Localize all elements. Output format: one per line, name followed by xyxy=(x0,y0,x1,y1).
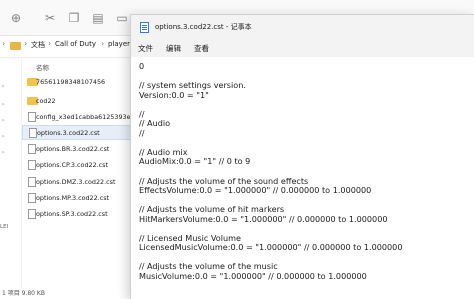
editor-line: // xyxy=(139,127,145,138)
chevron-right-icon: › xyxy=(2,39,6,48)
menu-file[interactable]: 文件 xyxy=(138,43,153,54)
list-item[interactable]: options.SP.3.cod22.cst xyxy=(22,206,132,221)
file-icon xyxy=(28,192,36,203)
window-title: options.3.cod22.cst - 记事本 xyxy=(155,23,252,31)
column-header-label: 名称 xyxy=(36,64,49,72)
status-bar: 1 项目 9.80 KB xyxy=(2,290,45,297)
list-item[interactable]: config_x3ed1cabba6125393e.cfg xyxy=(22,109,142,124)
editor-line: Version:0.0 = "1" xyxy=(139,89,209,100)
copy-icon[interactable]: ❐ xyxy=(66,10,82,26)
navigation-pane: ᵖ ᵖ ᵖ ᵖ ᵖ xyxy=(0,58,22,288)
file-name: cod22 xyxy=(36,96,56,105)
list-item[interactable]: options.MP.3.cod22.cst xyxy=(22,190,132,205)
list-item[interactable]: options.BR.3.cod22.cst xyxy=(22,141,132,156)
file-name: config_x3ed1cabba6125393e.cfg xyxy=(36,112,143,121)
cut-icon[interactable]: ✂ xyxy=(42,10,58,26)
list-item[interactable]: 76561198348107456 xyxy=(22,74,132,89)
editor-line: LicensedMusicVolume:0.0 = "1.000000" // … xyxy=(139,242,403,253)
editor-line: AudioMix:0.0 = "1" // 0 to 9 xyxy=(139,156,251,167)
pin-icon: ᵖ xyxy=(2,118,5,125)
menu-view[interactable]: 查看 xyxy=(194,43,209,54)
paste-icon[interactable]: ▤ xyxy=(90,10,106,26)
file-name: options.CP.3.cod22.cst xyxy=(36,160,109,169)
editor-line: HitMarkersVolume:0.0 = "1.000000" // 0.0… xyxy=(139,213,388,224)
file-name: options.SP.3.cod22.cst xyxy=(36,209,108,218)
nav-edge-label: LEI xyxy=(0,224,9,230)
list-item[interactable]: cod22 xyxy=(22,93,132,108)
list-item[interactable]: options.CP.3.cod22.cst xyxy=(22,157,132,172)
pin-icon: ᵖ xyxy=(2,84,5,91)
file-icon xyxy=(28,111,36,122)
file-name: options.DMZ.3.cod22.cst xyxy=(36,177,116,186)
list-item[interactable]: options.DMZ.3.cod22.cst xyxy=(22,174,132,189)
editor-line: // xyxy=(139,108,145,119)
list-item-selected[interactable]: options.3.cod22.cst xyxy=(22,125,132,140)
file-icon xyxy=(28,208,36,219)
chevron-right-icon: › xyxy=(48,39,52,48)
file-icon xyxy=(28,159,36,170)
file-icon xyxy=(28,176,36,187)
editor-line: EffectsVolume:0.0 = "1.000000" // 0.0000… xyxy=(139,185,372,196)
rename-icon[interactable]: ▭ xyxy=(114,10,130,26)
pin-icon: ᵖ xyxy=(2,102,5,109)
notepad-app-icon xyxy=(140,22,149,33)
file-name: options.3.cod22.cst xyxy=(37,128,100,137)
breadcrumb-call-of-duty[interactable]: Call of Duty xyxy=(55,40,96,48)
file-name: options.MP.3.cod22.cst xyxy=(36,193,110,202)
new-item-icon[interactable]: ⊕ xyxy=(8,10,24,26)
editor-line: 0 xyxy=(139,61,145,71)
editor-line: // Audio xyxy=(139,118,171,129)
file-icon xyxy=(28,143,36,154)
pin-icon: ᵖ xyxy=(2,150,5,157)
chevron-right-icon: › xyxy=(101,39,105,48)
file-icon xyxy=(29,127,37,138)
notepad-titlebar[interactable]: options.3.cod22.cst - 记事本 xyxy=(131,15,474,39)
breadcrumb-documents[interactable]: 文档 xyxy=(31,40,45,50)
column-header-name[interactable]: 名称 xyxy=(22,60,132,72)
menu-edit[interactable]: 编辑 xyxy=(166,43,181,54)
folder-icon xyxy=(10,42,21,50)
editor-content: 0// system settings version. Version:0.0 … xyxy=(139,61,403,282)
text-editor[interactable]: 0// system settings version. Version:0.0 … xyxy=(131,57,474,299)
pin-icon: ᵖ xyxy=(2,134,5,141)
chevron-right-icon: › xyxy=(24,39,28,48)
notepad-window: options.3.cod22.cst - 记事本 文件 编辑 查看 0// s… xyxy=(130,14,474,299)
file-name: options.BR.3.cod22.cst xyxy=(36,144,110,153)
menu-bar: 文件 编辑 查看 xyxy=(131,39,474,57)
editor-line: MusicVolume:0.0 = "1.000000" // 0.000000… xyxy=(139,271,367,282)
file-name: 76561198348107456 xyxy=(36,77,106,86)
